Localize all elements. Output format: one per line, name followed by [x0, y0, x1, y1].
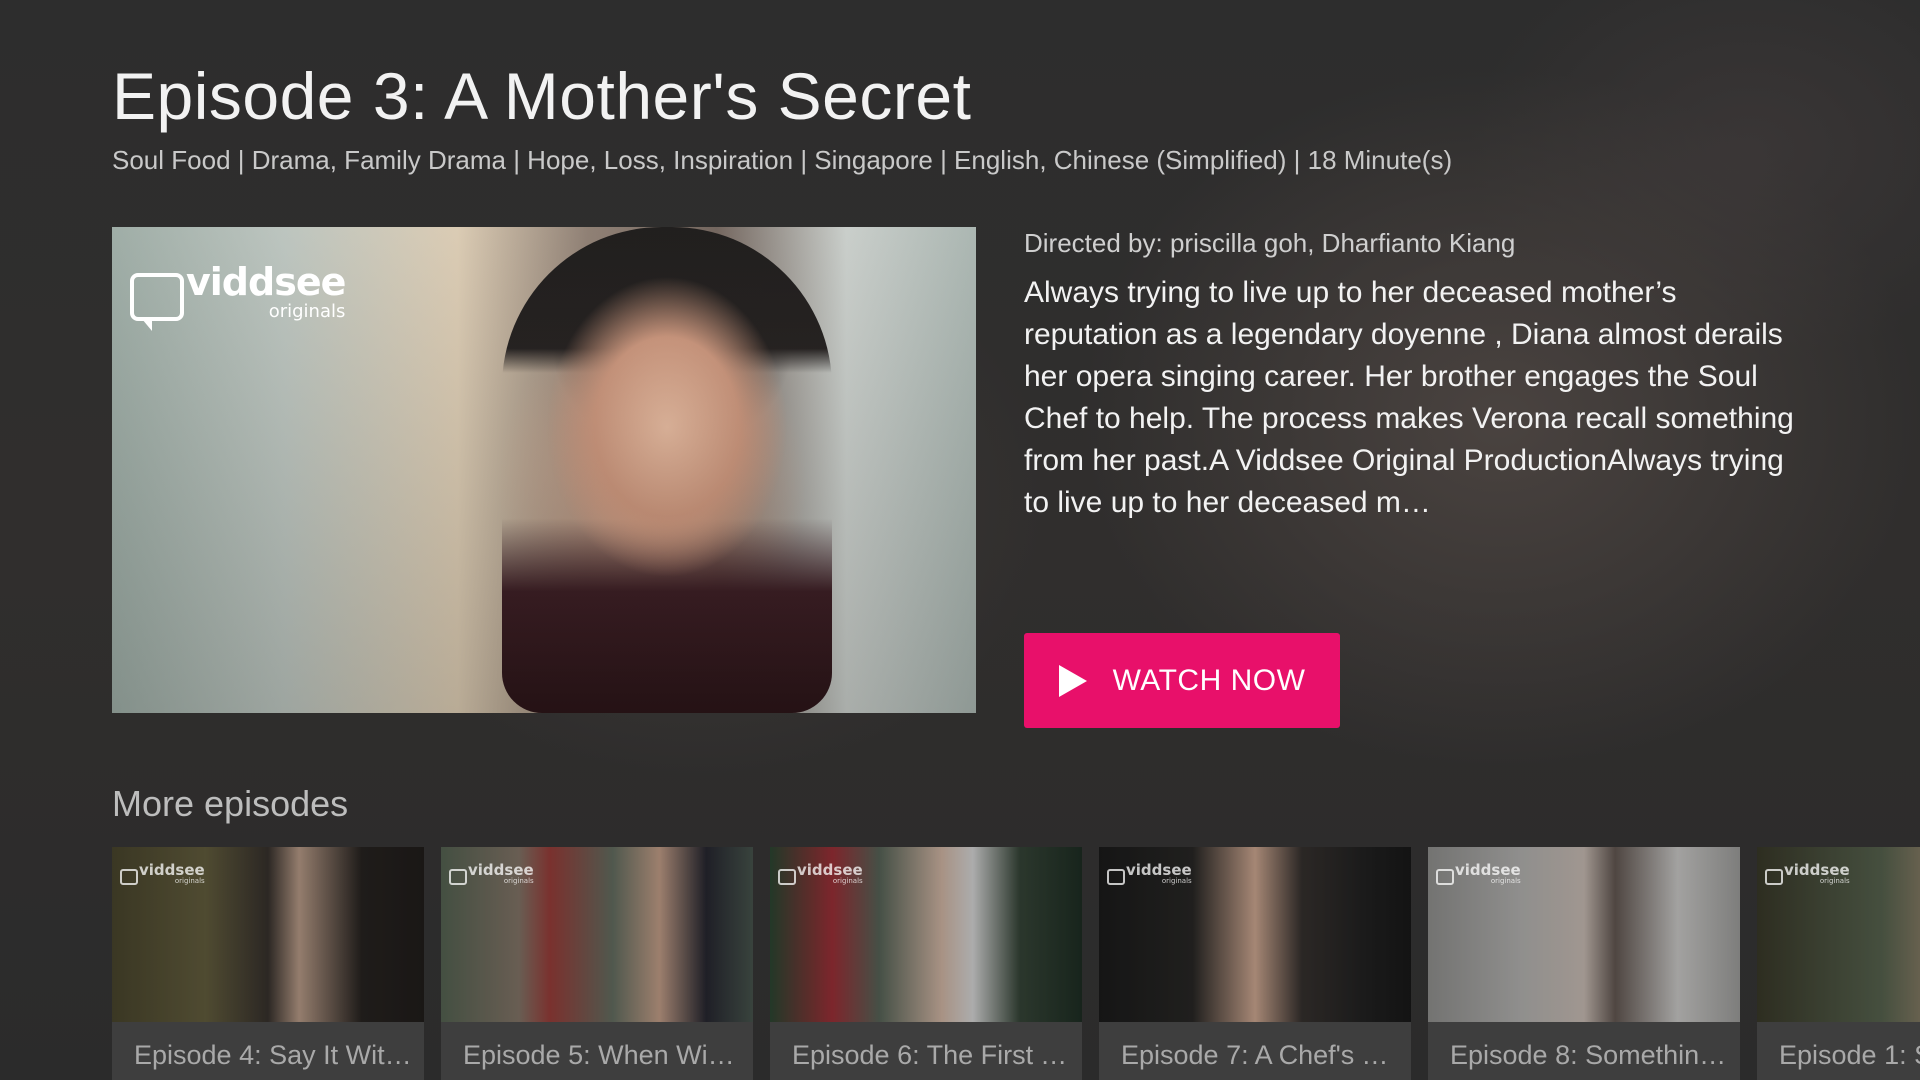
logo-word: viddsee: [186, 260, 346, 304]
viddsee-logo-mini: viddsee originals: [449, 863, 534, 885]
hero-image: viddsee originals: [112, 227, 976, 713]
viddsee-logo-mini: viddsee originals: [1436, 863, 1521, 885]
episode-thumbnail: viddsee originals: [1428, 847, 1740, 1022]
viddsee-logo-mini: viddsee originals: [120, 863, 205, 885]
speech-bubble-icon: [449, 869, 467, 885]
episode-card[interactable]: viddsee originals Episode 4: Say It With …: [112, 847, 424, 1080]
episode-card-label: Episode 5: When Winte…: [463, 1040, 743, 1070]
episode-card[interactable]: viddseeoriginals Episode 1: So: [1757, 847, 1920, 1080]
speech-bubble-icon: [130, 273, 184, 331]
episode-thumbnail: viddsee originals: [1099, 847, 1411, 1022]
episode-card-label: Episode 7: A Chef's To…: [1121, 1040, 1401, 1070]
episode-card[interactable]: viddsee originals Episode 5: When Winte…: [441, 847, 753, 1080]
episode-card-label: Episode 4: Say It With …: [134, 1040, 414, 1070]
episodes-rail[interactable]: viddsee originals Episode 4: Say It With …: [112, 847, 1920, 1080]
watch-now-button[interactable]: WATCH NOW: [1024, 633, 1340, 728]
more-episodes-heading: More episodes: [112, 783, 349, 824]
viddsee-logo-mini: viddsee originals: [778, 863, 863, 885]
viddsee-originals-logo: viddsee originals: [130, 260, 346, 331]
episode-thumbnail: viddsee originals: [770, 847, 1082, 1022]
viddsee-logo-mini: viddsee originals: [1107, 863, 1192, 885]
speech-bubble-icon: [1107, 869, 1125, 885]
directed-by: Directed by: priscilla goh, Dharfianto K…: [1024, 228, 1516, 258]
speech-bubble-icon: [1436, 869, 1454, 885]
speech-bubble-icon: [1765, 869, 1783, 885]
episode-thumbnail: viddsee originals: [1757, 847, 1920, 1022]
episode-card-label: Episode 1: So: [1779, 1040, 1920, 1070]
episode-card-label: Episode 8: Something …: [1450, 1040, 1730, 1070]
episode-title: Episode 3: A Mother's Secret: [112, 59, 972, 133]
episode-thumbnail: viddsee originals: [112, 847, 424, 1022]
episode-card[interactable]: viddsee originals Episode 7: A Chef's To…: [1099, 847, 1411, 1080]
episode-card[interactable]: viddsee originals Episode 6: The First Ti…: [770, 847, 1082, 1080]
episode-card[interactable]: viddsee originals Episode 8: Something …: [1428, 847, 1740, 1080]
watch-now-label: WATCH NOW: [1112, 663, 1306, 697]
episode-description: Always trying to live up to her deceased…: [1024, 276, 1794, 519]
episode-thumbnail: viddsee originals: [441, 847, 753, 1022]
viddsee-logo-mini: viddsee originals: [1765, 863, 1850, 885]
logo-sub: originals: [268, 301, 346, 322]
speech-bubble-icon: [778, 869, 796, 885]
play-icon: [1058, 664, 1087, 697]
episode-card-label: Episode 6: The First Ti…: [792, 1040, 1072, 1070]
episode-meta: Soul Food | Drama, Family Drama | Hope, …: [112, 145, 1453, 175]
speech-bubble-icon: [120, 869, 138, 885]
